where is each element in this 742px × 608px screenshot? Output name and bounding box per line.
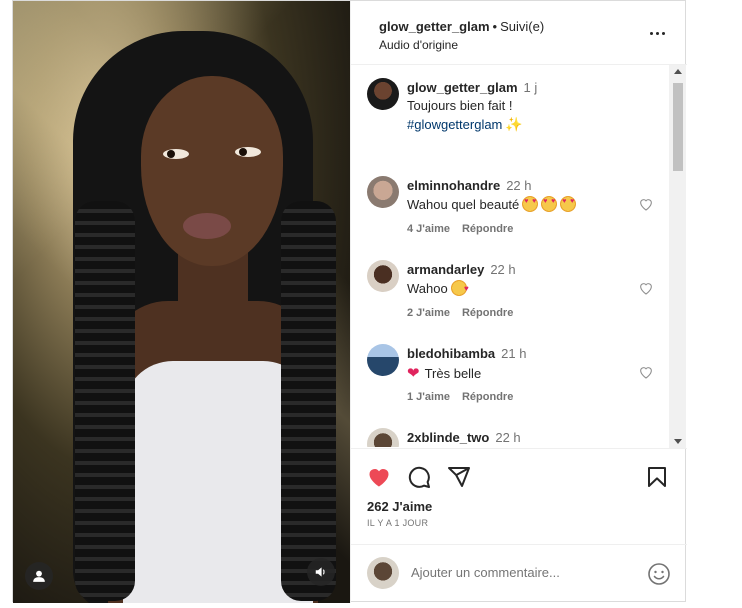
emoji-picker-button[interactable] [647,562,671,586]
comment-avatar[interactable] [367,176,399,208]
bookmark-icon [648,467,666,487]
current-user-avatar [367,557,399,589]
post-sidebar: glow_getter_glam • Suivi(e) Audio d'origin… [350,1,687,603]
comment-input[interactable] [411,565,631,580]
heart-outline-icon [640,367,652,379]
smiling-face-with-hearts-emoji [541,196,558,212]
caption-text: Toujours bien fait ! [407,98,513,113]
audio-link[interactable]: Audio d'origine [379,38,458,52]
comment-icon [408,466,430,488]
caption-hashtag-line: #glowgetterglam ✨ [407,116,523,133]
add-comment-bar [351,544,687,603]
comment-likes[interactable]: 4 J'aime [407,223,450,235]
volume-button[interactable] [307,558,335,586]
comment-likes[interactable]: 1 J'aime [407,391,450,403]
comment-avatar[interactable] [367,344,399,376]
comment-likes[interactable]: 2 J'aime [407,307,450,319]
comment-author: 2xblinde_two 22 h [407,430,521,445]
post-dialog: glow_getter_glam • Suivi(e) Audio d'origin… [12,0,687,603]
hashtag-link[interactable]: #glowgetterglam [407,117,502,132]
comment-text: Wahou quel beauté [407,196,577,212]
emoji-icon [648,563,670,585]
scroll-down-arrow[interactable] [674,439,682,444]
user-tag-button[interactable] [25,562,53,590]
reply-button[interactable]: Répondre [462,391,513,403]
heart-outline-icon [640,283,652,295]
comment-username[interactable]: bledohibamba [407,346,495,361]
scroll-thumb[interactable] [673,83,683,171]
post-timestamp[interactable]: IL Y A 1 JOUR [367,518,428,528]
red-heart-emoji: ❤ [407,365,420,382]
smiling-face-with-hearts-emoji [522,196,539,212]
comment-time: 22 h [490,262,516,277]
caption-time: 1 j [523,80,538,95]
comment-avatar[interactable] [367,428,399,447]
face-blowing-kiss-emoji [450,280,469,296]
comment-username[interactable]: armandarley [407,262,484,277]
more-options-button[interactable] [647,23,667,43]
comment-author: elminnohandre 22 h [407,178,532,193]
share-icon [448,467,470,487]
heart-filled-icon [369,469,389,487]
comment-text: ❤ Très belle [407,365,482,382]
caption-username[interactable]: glow_getter_glam [407,80,518,95]
sparkles-emoji: ✨ [505,116,523,132]
reply-button[interactable]: Répondre [462,307,513,319]
reply-button[interactable]: Répondre [462,223,513,235]
like-comment-button[interactable] [638,196,654,212]
comment-time: 21 h [501,346,527,361]
follow-status-button[interactable]: Suivi(e) [500,19,544,34]
comment-meta: 2 J'aime Répondre [407,307,513,319]
smiling-face-with-hearts-emoji [560,196,577,212]
likes-count[interactable]: 262 J'aime [367,499,432,514]
user-tag-icon [33,570,45,582]
comment-meta: 4 J'aime Répondre [407,223,513,235]
volume-icon [315,567,325,577]
like-comment-button[interactable] [638,364,654,380]
post-actions: 262 J'aime IL Y A 1 JOUR [351,448,687,544]
more-icon [649,31,653,35]
comments-list[interactable]: glow_getter_glam 1 j Toujours bien fait !… [351,66,687,447]
comment-username[interactable]: elminnohandre [407,178,500,193]
comment-author: armandarley 22 h [407,262,516,277]
save-button[interactable] [645,465,669,489]
post-header: glow_getter_glam • Suivi(e) Audio d'origin… [351,1,687,65]
comment-avatar[interactable] [367,260,399,292]
heart-outline-icon [640,199,652,211]
comment-meta: 1 J'aime Répondre [407,391,513,403]
comment-author: bledohibamba 21 h [407,346,526,361]
scroll-up-arrow[interactable] [674,69,682,74]
author-avatar[interactable] [367,78,399,110]
author-username[interactable]: glow_getter_glam [379,19,490,34]
comment-time: 22 h [495,430,521,445]
comment-time: 22 h [506,178,532,193]
share-button[interactable] [447,465,471,489]
comments-scrollbar[interactable] [669,65,686,448]
comment-button[interactable] [407,465,431,489]
comment-username[interactable]: 2xblinde_two [407,430,489,445]
comment-text: Wahoo [407,280,469,296]
like-comment-button[interactable] [638,280,654,296]
post-video[interactable] [13,1,350,603]
caption-author: glow_getter_glam 1 j [407,80,537,95]
like-button[interactable] [367,465,391,489]
